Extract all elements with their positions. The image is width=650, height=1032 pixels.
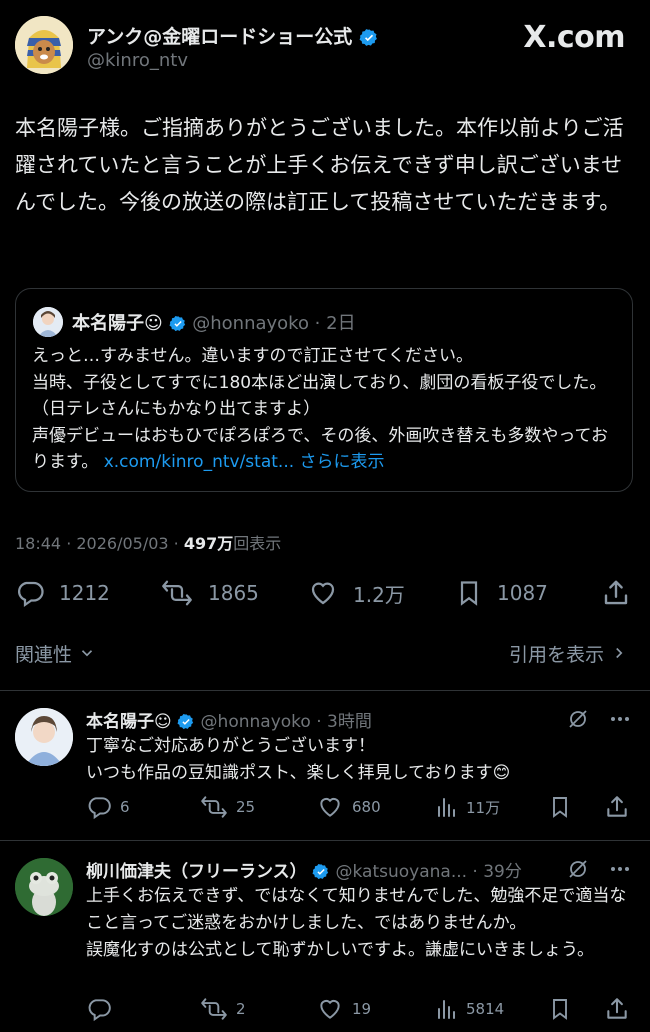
chevron-right-icon	[610, 644, 628, 667]
view-quotes-link[interactable]: 引用を表示	[509, 640, 628, 667]
analytics-icon	[438, 1000, 455, 1019]
more-options-icon[interactable]	[608, 857, 632, 885]
reply-bookmark-button[interactable]	[548, 996, 572, 1022]
verified-badge-icon	[359, 28, 379, 48]
reply-like-button[interactable]: 680	[316, 794, 381, 820]
sort-label: 関連性	[15, 644, 73, 666]
bookmark-count: 1087	[497, 581, 548, 605]
reply-count: 1212	[59, 581, 110, 605]
reply-item[interactable]: 本名陽子☺︎ @honnayoko · 3時間 丁寧なご対応ありがとうございます…	[0, 690, 650, 840]
reply-header: 本名陽子☺︎ @honnayoko · 3時間	[86, 707, 372, 732]
reply-text: 丁寧なご対応ありがとうございます！ いつも作品の豆知識ポスト、楽しく拝見しており…	[86, 736, 511, 783]
reply-views-button[interactable]: 11万	[434, 794, 500, 820]
reply-icon	[18, 581, 44, 608]
reply-text: 上手くお伝えできず、ではなくて知りませんでした、勉強不足で適当なこと言ってご迷惑…	[86, 886, 627, 960]
share-button[interactable]	[601, 578, 631, 608]
reply-button[interactable]: 1212	[15, 578, 110, 608]
bookmark-icon	[553, 797, 567, 818]
verified-badge-icon	[177, 713, 195, 731]
reply-share-button[interactable]	[604, 996, 630, 1022]
reply-view-count: 5814	[466, 1000, 505, 1018]
reply-avatar[interactable]	[15, 858, 73, 916]
reply-author-name[interactable]: 柳川価津夫（フリーランス）	[86, 862, 307, 882]
reply-reply-button[interactable]: 6	[86, 794, 130, 820]
reply-author-name[interactable]: 本名陽子☺︎	[86, 712, 172, 732]
repost-button[interactable]: 1865	[160, 578, 259, 608]
reply-action-bar: 2 19 5814	[86, 996, 636, 1026]
quoted-post-card[interactable]: 本名陽子☺︎ @honnayoko · 2日 えっと…すみません。違いますので訂…	[15, 288, 633, 492]
reply-repost-button[interactable]: 25	[200, 794, 255, 820]
reply-top-icons	[566, 707, 632, 735]
reply-handle-time: @katsuoyana... · 39分	[335, 862, 522, 882]
like-count: 1.2万	[353, 582, 405, 607]
quoted-avatar[interactable]	[33, 307, 63, 337]
heart-icon	[320, 999, 340, 1019]
more-options-icon[interactable]	[608, 707, 632, 735]
view-label: 回表示	[233, 534, 282, 553]
share-icon	[604, 580, 628, 605]
action-bar: 1212 1865 1.2万 1087	[15, 572, 635, 616]
reply-views-button[interactable]: 5814	[434, 996, 504, 1022]
quoted-header: 本名陽子☺︎ @honnayoko · 2日	[72, 309, 356, 335]
sort-dropdown[interactable]: 関連性	[15, 640, 96, 667]
reply-icon	[88, 797, 111, 820]
view-count: 497万	[183, 534, 234, 553]
account-name[interactable]: アンク@金曜ロードショー公式	[87, 26, 352, 48]
view-quotes-label: 引用を表示	[508, 644, 604, 666]
heart-icon	[320, 797, 340, 817]
account-avatar[interactable]	[15, 16, 73, 74]
quoted-handle-time: @honnayoko · 2日	[192, 313, 356, 334]
show-more-link[interactable]: さらに表示	[300, 452, 385, 472]
post-meta: 18:44 · 2026/05/03 · 497万回表示	[15, 530, 281, 554]
reply-like-count: 19	[352, 1000, 372, 1018]
reply-repost-count: 2	[236, 1000, 246, 1018]
reply-reply-button[interactable]	[86, 996, 120, 1022]
bookmark-icon	[553, 999, 567, 1020]
repost-icon	[201, 998, 227, 1020]
reply-action-bar: 6 25 680 11万	[86, 794, 636, 824]
share-icon	[607, 998, 627, 1019]
reply-repost-button[interactable]: 2	[200, 996, 246, 1022]
reply-icon	[88, 999, 111, 1022]
share-icon	[607, 796, 627, 817]
repost-icon	[162, 580, 192, 606]
bookmark-button[interactable]: 1087	[455, 578, 548, 608]
like-button[interactable]: 1.2万	[307, 578, 405, 608]
account-name-row[interactable]: アンク@金曜ロードショー公式	[87, 22, 379, 49]
reply-top-icons	[566, 857, 632, 885]
repost-count: 1865	[208, 581, 259, 605]
reply-header: 柳川価津夫（フリーランス） @katsuoyana... · 39分	[86, 857, 522, 882]
reply-avatar[interactable]	[15, 708, 73, 766]
verified-badge-icon	[169, 315, 187, 333]
heart-icon	[311, 582, 335, 605]
chevron-down-icon	[78, 644, 96, 667]
bookmark-icon	[460, 581, 478, 606]
reply-reply-count: 6	[120, 798, 130, 816]
quoted-text: えっと…すみません。違いますので訂正させてください。 当時、子役としてすでに18…	[32, 343, 622, 476]
reply-handle-time: @honnayoko · 3時間	[200, 712, 372, 732]
account-handle[interactable]: @kinro_ntv	[87, 50, 188, 71]
grok-icon[interactable]	[566, 857, 590, 885]
reply-share-button[interactable]	[604, 794, 630, 820]
post-text: 本名陽子様。ご指摘ありがとうございました。本作以前よりご活躍されていたと言うこと…	[15, 116, 624, 214]
analytics-icon	[438, 798, 455, 817]
reply-item[interactable]: 柳川価津夫（フリーランス） @katsuoyana... · 39分 上手くお伝…	[0, 840, 650, 1032]
repost-icon	[201, 796, 227, 818]
grok-icon[interactable]	[566, 707, 590, 735]
post-timestamp[interactable]: 18:44 · 2026/05/03 ·	[15, 534, 184, 553]
reply-repost-count: 25	[236, 798, 256, 816]
x-brand-logo: X.com	[523, 20, 625, 55]
verified-badge-icon	[312, 863, 330, 881]
post-header: アンク@金曜ロードショー公式 @kinro_ntv X.com	[15, 14, 635, 78]
reply-like-button[interactable]: 19	[316, 996, 371, 1022]
reply-like-count: 680	[352, 798, 381, 816]
reply-view-count: 11万	[466, 798, 501, 817]
quoted-link[interactable]: x.com/kinro_ntv/stat...	[104, 452, 294, 472]
reply-bookmark-button[interactable]	[548, 794, 572, 820]
quoted-author-name[interactable]: 本名陽子☺︎	[72, 313, 163, 334]
